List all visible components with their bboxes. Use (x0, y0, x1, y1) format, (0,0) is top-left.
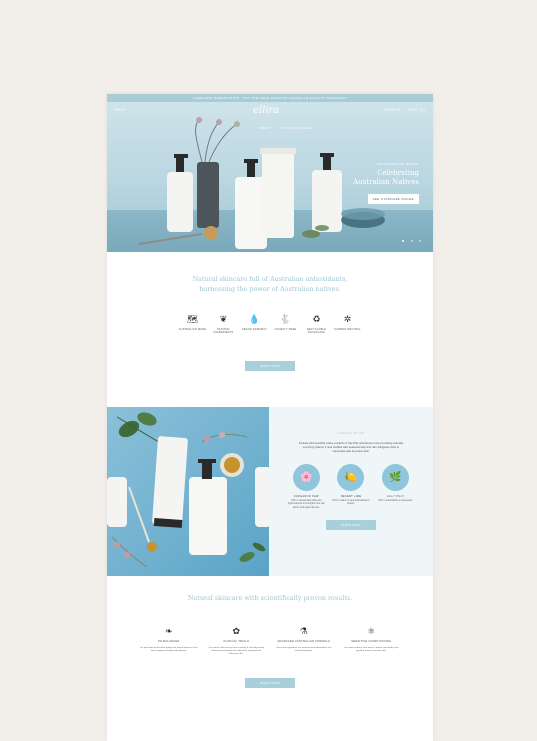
feature-icons: 🗺 AUSTRALIAN MADE ❦ NATURAL INGREDIENTS … (107, 314, 433, 335)
hero-cta-button[interactable]: SEE STARGAZE RANGE (367, 194, 419, 204)
feature-natural-ingredients: ❦ NATURAL INGREDIENTS (208, 314, 239, 335)
intro-section: Natural skincare full of Australian anti… (107, 252, 433, 371)
feature-label: VEGAN FRIENDLY (241, 328, 268, 331)
feature-carbon-neutral: ✲ CARBON NEUTRAL (332, 314, 363, 335)
feature-label: NATURAL INGREDIENTS (213, 328, 234, 335)
page-frame: COMPLETE RESERVATION · PAY THE FREE SHIP… (107, 94, 433, 741)
ingredient-list: 🌸 KANGAROO PAW Rich in natural fatty aci… (284, 464, 418, 510)
flask-icon: ⚗ (299, 626, 308, 636)
benefits-shop-button[interactable]: SHOP NOW (245, 678, 295, 689)
molecule-icon: ⚛ (367, 626, 376, 636)
vegan-leaf-icon: ❧ (164, 626, 173, 636)
benefit-name: PH BALANCED (157, 640, 180, 643)
ingredient-desc: Rich in natural fatty acids and phytonut… (287, 500, 325, 509)
slide-dot[interactable] (419, 240, 421, 242)
feature-label: CARBON NEUTRAL (334, 328, 361, 331)
benefit-desc: Our active ingredients are sourced acros… (276, 646, 332, 652)
benefit-name: ADVANCED AUSTRALIAN FORMULA (277, 640, 331, 643)
ingredient-body: Infused with beautiful native extracts o… (298, 441, 404, 453)
desert-lime-icon: 🍋 (337, 464, 365, 491)
ingredient-desc: Rich in antioxidants to rejuvenate. (378, 500, 413, 502)
lilly-pilly-icon: 🌿 (382, 464, 410, 491)
ingredient-shop-button[interactable]: SHOP NOW (326, 519, 376, 530)
kangaroo-paw-icon: 🌸 (292, 464, 320, 491)
ingredient-desert-lime: 🍋 DESERT LIME Rich in vitamin C and anti… (332, 464, 370, 510)
ingredient-name: LILLY PILLY (386, 495, 405, 498)
feature-vegan-friendly: 💧 VEGAN FRIENDLY (239, 314, 270, 335)
recycle-icon: ♻ (312, 314, 321, 324)
benefit-desc: Our pH balanced formulas protect the nat… (139, 646, 198, 652)
intro-shop-button[interactable]: SHOP NOW (245, 360, 295, 371)
benefits-headline: Natural skincare with scientifically pro… (187, 594, 353, 602)
hero-slide-dots[interactable] (400, 229, 421, 247)
feature-recyclable-packaging: ♻ RECYCLABLE PACKAGING (301, 314, 332, 335)
australia-icon: 🗺 (186, 314, 199, 324)
benefit-desc: Our native extracts have been in nature … (343, 646, 399, 652)
ingredient-name: DESERT LIME (340, 495, 362, 498)
feature-label: AUSTRALIAN MADE (178, 328, 207, 331)
benefit-name: SENSITIVE CONDITIONING (351, 640, 392, 643)
drop-icon: 💧 (248, 314, 261, 324)
ingredient-photo (107, 407, 269, 576)
intro-headline: Natural skincare full of Australian anti… (192, 275, 348, 293)
benefit-desc: Our natural skincare has been carefully … (208, 646, 265, 655)
benefit-clinical-trials: ✿ CLINICAL TRIALS Our natural skincare h… (207, 626, 265, 656)
hero-eyebrow: THE STARGAZE RANGE (375, 162, 419, 166)
hero-headline: Celebrating Australian Natives (353, 169, 419, 186)
benefit-name: CLINICAL TRIALS (223, 640, 250, 643)
ingredient-split-section: KAKADU PLUM Infused with beautiful nativ… (107, 407, 433, 576)
ingredient-lilly-pilly: 🌿 LILLY PILLY Rich in antioxidants to re… (377, 464, 415, 510)
benefits-section: Natural skincare with scientifically pro… (107, 594, 433, 689)
hero-banner: SHOP ellira SEARCH CART (0) ABOUT STORY … (107, 102, 433, 252)
feature-cruelty-free: 🐇 CRUELTY FREE (270, 314, 301, 335)
clinical-icon: ✿ (232, 626, 241, 636)
ingredient-name: KANGAROO PAW (293, 495, 319, 498)
hero-copy: THE STARGAZE RANGE Celebrating Australia… (349, 162, 419, 205)
ingredient-kangaroo-paw: 🌸 KANGAROO PAW Rich in natural fatty aci… (287, 464, 325, 510)
ingredient-desc: Rich in vitamin C and antioxidants to pr… (332, 500, 370, 506)
slide-dot[interactable] (410, 240, 413, 242)
benefit-advanced-formula: ⚗ ADVANCED AUSTRALIAN FORMULA Our active… (275, 626, 333, 656)
rabbit-icon: 🐇 (279, 314, 292, 324)
ingredient-copy: KAKADU PLUM Infused with beautiful nativ… (269, 407, 433, 576)
benefit-sensitive-conditioning: ⚛ SENSITIVE CONDITIONING Our native extr… (342, 626, 400, 656)
announcement-bar: COMPLETE RESERVATION · PAY THE FREE SHIP… (107, 94, 433, 102)
feature-label: CRUELTY FREE (274, 328, 297, 331)
flatlay-illustration (107, 412, 269, 568)
feature-label: RECYCLABLE PACKAGING (306, 328, 327, 335)
ingredient-eyebrow: KAKADU PLUM (337, 431, 365, 435)
benefits-list: ❧ PH BALANCED Our pH balanced formulas p… (135, 626, 405, 656)
feature-australian-made: 🗺 AUSTRALIAN MADE (177, 314, 208, 335)
carbon-icon: ✲ (343, 314, 352, 324)
slide-dot[interactable] (402, 240, 405, 242)
benefit-ph-balanced: ❧ PH BALANCED Our pH balanced formulas p… (140, 626, 198, 656)
leaf-icon: ❦ (219, 314, 228, 324)
